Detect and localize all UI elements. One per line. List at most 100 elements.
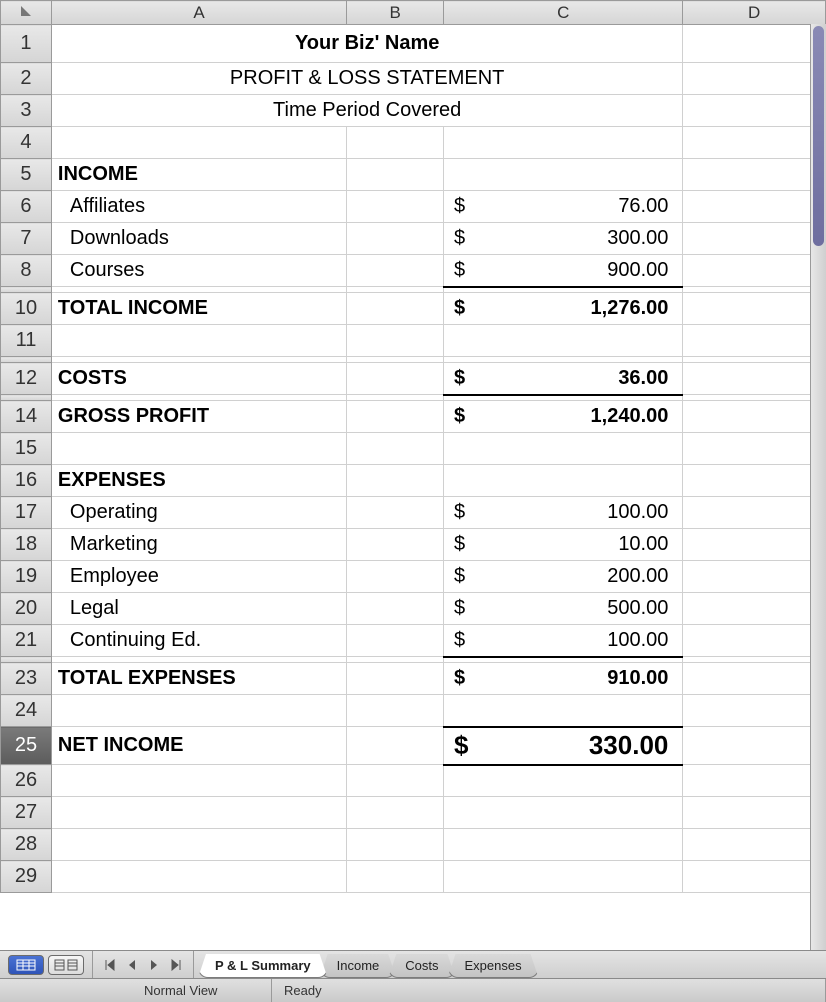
expense-item-name[interactable]: Employee: [51, 561, 346, 593]
row-header-29[interactable]: 29: [1, 861, 52, 893]
expense-item-name[interactable]: Marketing: [51, 529, 346, 561]
cell[interactable]: $ 76.00: [444, 191, 683, 223]
cell[interactable]: [683, 625, 826, 657]
cell[interactable]: [683, 223, 826, 255]
cell[interactable]: [683, 765, 826, 797]
cell[interactable]: [51, 861, 346, 893]
costs-label[interactable]: COSTS: [51, 363, 346, 395]
cell[interactable]: [51, 695, 346, 727]
sheet-tab-income[interactable]: Income: [320, 954, 397, 978]
cell[interactable]: [347, 127, 444, 159]
row-header-11[interactable]: 11: [1, 325, 52, 357]
vertical-scrollbar[interactable]: [810, 24, 826, 950]
period-covered[interactable]: Time Period Covered: [51, 95, 682, 127]
spreadsheet-grid[interactable]: A B C D 1 Your Biz' Name 2 PROFIT & LOSS…: [0, 0, 826, 893]
row-header-23[interactable]: 23: [1, 663, 52, 695]
cell[interactable]: [347, 255, 444, 287]
cell[interactable]: [347, 465, 444, 497]
cell[interactable]: [683, 255, 826, 287]
last-sheet-button[interactable]: [165, 955, 187, 975]
prev-sheet-button[interactable]: [121, 955, 143, 975]
cell[interactable]: [347, 529, 444, 561]
cell[interactable]: [51, 765, 346, 797]
row-header-4[interactable]: 4: [1, 127, 52, 159]
income-heading[interactable]: INCOME: [51, 159, 346, 191]
row-header-14[interactable]: 14: [1, 401, 52, 433]
subtitle[interactable]: PROFIT & LOSS STATEMENT: [51, 63, 682, 95]
cell[interactable]: [347, 593, 444, 625]
row-header-17[interactable]: 17: [1, 497, 52, 529]
expense-item-name[interactable]: Legal: [51, 593, 346, 625]
row-header-2[interactable]: 2: [1, 63, 52, 95]
cell[interactable]: [683, 325, 826, 357]
cell[interactable]: [444, 433, 683, 465]
row-header-3[interactable]: 3: [1, 95, 52, 127]
gross-profit-label[interactable]: GROSS PROFIT: [51, 401, 346, 433]
cell[interactable]: $ 200.00: [444, 561, 683, 593]
expense-item-name[interactable]: Continuing Ed.: [51, 625, 346, 657]
cell[interactable]: [347, 159, 444, 191]
normal-view-button[interactable]: [8, 955, 44, 975]
cell[interactable]: [683, 861, 826, 893]
cell[interactable]: [683, 797, 826, 829]
sheet-tab-expenses[interactable]: Expenses: [448, 954, 539, 978]
cell[interactable]: [683, 497, 826, 529]
cell[interactable]: $ 1,276.00: [444, 293, 683, 325]
cell[interactable]: [683, 433, 826, 465]
expense-item-name[interactable]: Operating: [51, 497, 346, 529]
cell[interactable]: [347, 765, 444, 797]
cell[interactable]: [683, 293, 826, 325]
row-header-1[interactable]: 1: [1, 25, 52, 63]
cell[interactable]: [444, 765, 683, 797]
row-header-26[interactable]: 26: [1, 765, 52, 797]
column-header-row[interactable]: A B C D: [1, 1, 826, 25]
cell[interactable]: $ 1,240.00: [444, 401, 683, 433]
cell[interactable]: [444, 325, 683, 357]
cell[interactable]: [347, 695, 444, 727]
row-header-8[interactable]: 8: [1, 255, 52, 287]
cell[interactable]: [683, 663, 826, 695]
row-header-7[interactable]: 7: [1, 223, 52, 255]
cell[interactable]: [347, 663, 444, 695]
cell[interactable]: [444, 695, 683, 727]
next-sheet-button[interactable]: [143, 955, 165, 975]
cell[interactable]: [347, 223, 444, 255]
cell[interactable]: $ 910.00: [444, 663, 683, 695]
income-item-name[interactable]: Downloads: [51, 223, 346, 255]
page-layout-view-button[interactable]: [48, 955, 84, 975]
biz-name-title[interactable]: Your Biz' Name: [51, 25, 682, 63]
cell[interactable]: [347, 727, 444, 765]
total-expenses-label[interactable]: TOTAL EXPENSES: [51, 663, 346, 695]
cell[interactable]: [683, 63, 826, 95]
cell[interactable]: [347, 561, 444, 593]
col-header-D[interactable]: D: [683, 1, 826, 25]
cell[interactable]: [347, 861, 444, 893]
income-item-name[interactable]: Courses: [51, 255, 346, 287]
cell[interactable]: $ 900.00: [444, 255, 683, 287]
cell[interactable]: [347, 625, 444, 657]
cell[interactable]: [683, 191, 826, 223]
cell[interactable]: [347, 293, 444, 325]
cell[interactable]: [347, 433, 444, 465]
col-header-B[interactable]: B: [347, 1, 444, 25]
cell[interactable]: [347, 497, 444, 529]
cell[interactable]: $ 100.00: [444, 625, 683, 657]
cell[interactable]: [683, 593, 826, 625]
cell[interactable]: [683, 95, 826, 127]
first-sheet-button[interactable]: [99, 955, 121, 975]
net-income-label[interactable]: NET INCOME: [51, 727, 346, 765]
cell[interactable]: [347, 325, 444, 357]
cell[interactable]: [683, 363, 826, 395]
cell[interactable]: [683, 465, 826, 497]
cell[interactable]: [347, 191, 444, 223]
cell[interactable]: [347, 401, 444, 433]
col-header-C[interactable]: C: [444, 1, 683, 25]
cell[interactable]: [444, 861, 683, 893]
col-header-A[interactable]: A: [51, 1, 346, 25]
row-header-12[interactable]: 12: [1, 363, 52, 395]
cell[interactable]: $ 500.00: [444, 593, 683, 625]
cell[interactable]: [51, 829, 346, 861]
sheet-tab-costs[interactable]: Costs: [388, 954, 455, 978]
cell[interactable]: [51, 325, 346, 357]
cell[interactable]: [683, 695, 826, 727]
